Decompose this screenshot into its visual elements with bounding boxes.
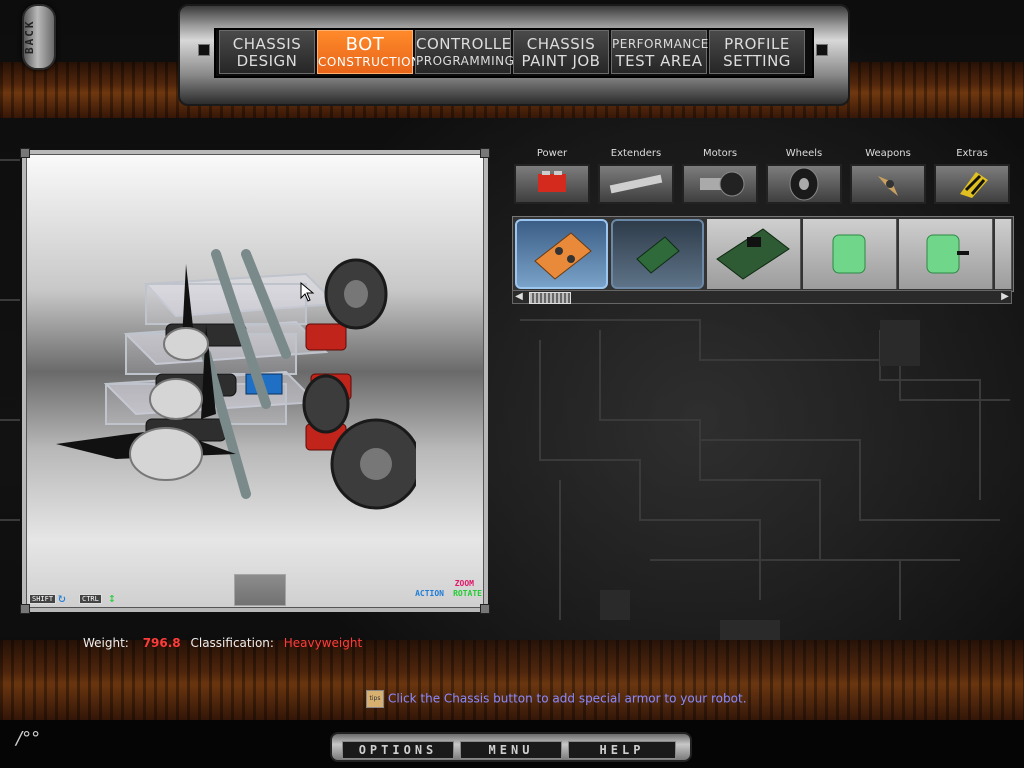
parts-selection-strip [512, 216, 1014, 292]
viewport-corner-bolt [20, 604, 30, 614]
category-label: Extras [956, 148, 988, 159]
nav-label-line1: CHASSIS [232, 35, 302, 53]
viewport-corner-bolt [480, 148, 490, 158]
bottom-menu-bar: OPTIONS MENU HELP [330, 732, 692, 762]
help-button[interactable]: HELP [568, 741, 676, 759]
extender-bar-icon [598, 164, 674, 204]
ctrl-key-hint: CTRL [79, 594, 102, 604]
corner-logo-mark: /°° [16, 728, 41, 749]
part-green-battery-pack[interactable] [803, 219, 897, 289]
weight-label: Weight: [83, 636, 129, 650]
robot-3d-viewport[interactable]: SHIFT ↻ CTRL ↕ ACTION ZOOM ROTATE [20, 148, 490, 614]
part-category-tabs: Power Extenders Motors Wheels Weapons Ex… [512, 146, 1012, 208]
options-button[interactable]: OPTIONS [342, 741, 454, 759]
parts-scrollbar[interactable]: ◀ ▶ [512, 290, 1012, 304]
part-orange-controller-board[interactable] [515, 219, 608, 289]
nav-profile-setting-button[interactable]: PROFILE SETTING [709, 30, 805, 74]
nav-label-line2: PROGRAMMING [416, 54, 515, 68]
weapon-blade-icon [850, 164, 926, 204]
scrollbar-thumb[interactable] [529, 292, 571, 304]
category-label: Wheels [785, 148, 823, 159]
nav-label-line1: PERFORMANCE [612, 37, 709, 51]
nav-bot-construction-button[interactable]: BOT CONSTRUCTION [317, 30, 421, 74]
classification-value: Heavyweight [283, 636, 363, 650]
robot-model[interactable] [56, 234, 416, 514]
nav-frame-right-notch [816, 44, 828, 56]
zoom-hint: ZOOM [454, 579, 474, 588]
nav-controller-programming-button[interactable]: CONTROLLER PROGRAMMING [415, 30, 523, 74]
category-label: Weapons [865, 148, 911, 159]
back-button-label: BACK [23, 19, 36, 55]
tips-icon: tips [366, 690, 384, 708]
shift-key-hint: SHIFT [29, 594, 57, 604]
mouse-cursor-icon [300, 282, 315, 302]
nav-label-line2: TEST AREA [615, 52, 703, 70]
scroll-left-arrow-icon[interactable]: ◀ [513, 291, 525, 303]
wheel-icon [766, 164, 842, 204]
category-label: Motors [702, 148, 738, 159]
nav-chassis-paint-job-button[interactable]: CHASSIS PAINT JOB [513, 30, 609, 74]
nav-label-line2: CONSTRUCTION [318, 55, 421, 69]
nav-performance-test-area-button[interactable]: PERFORMANCE TEST AREA [611, 30, 709, 74]
tip-bar: tips Click the Chassis button to add spec… [366, 690, 747, 708]
nav-label-line1: CONTROLLER [416, 35, 523, 53]
viewport-corner-bolt [480, 604, 490, 614]
action-hint: ACTION [415, 589, 444, 598]
viewport-corner-bolt [20, 148, 30, 158]
scroll-right-arrow-icon[interactable]: ▶ [999, 291, 1011, 303]
classification-label: Classification: [190, 636, 274, 650]
nav-label-line2: SETTING [723, 52, 791, 70]
nav-label-line1: BOT [345, 34, 385, 55]
nav-chassis-design-button[interactable]: CHASSIS DESIGN [219, 30, 315, 74]
nav-label-line2: PAINT JOB [521, 52, 601, 70]
category-power[interactable]: Power [512, 146, 592, 208]
category-wheels[interactable]: Wheels [764, 146, 844, 208]
part-green-receiver-board[interactable] [611, 219, 704, 289]
tip-text: Click the Chassis button to add special … [388, 691, 747, 706]
category-motors[interactable]: Motors [680, 146, 760, 208]
category-extras[interactable]: Extras [932, 146, 1012, 208]
category-label: Extenders [610, 148, 662, 159]
nav-frame-left-notch [198, 44, 210, 56]
nav-label-line2: DESIGN [236, 52, 298, 70]
motor-icon [682, 164, 758, 204]
part-green-circuit-board[interactable] [707, 219, 801, 289]
battery-icon [514, 164, 590, 204]
category-label: Power [536, 148, 568, 159]
up-down-arrow-icon: ↕ [108, 591, 116, 606]
rotate-arrow-icon: ↻ [58, 591, 66, 606]
category-weapons[interactable]: Weapons [848, 146, 928, 208]
menu-button[interactable]: MENU [460, 741, 562, 759]
nav-label-line1: PROFILE [724, 35, 790, 53]
part-green-battery-pack-with-lead[interactable] [899, 219, 993, 289]
back-button[interactable]: BACK [22, 4, 56, 70]
rotate-hint: ROTATE [453, 589, 482, 598]
viewport-overlay-thumbnail [234, 574, 286, 606]
robot-stats: Weight: 796.8 Classification: Heavyweigh… [83, 636, 368, 650]
part-next-partial[interactable] [995, 219, 1012, 289]
hazard-stripes-icon [934, 164, 1010, 204]
nav-label-line1: CHASSIS [526, 35, 596, 53]
weight-value: 796.8 [142, 636, 181, 650]
category-extenders[interactable]: Extenders [596, 146, 676, 208]
